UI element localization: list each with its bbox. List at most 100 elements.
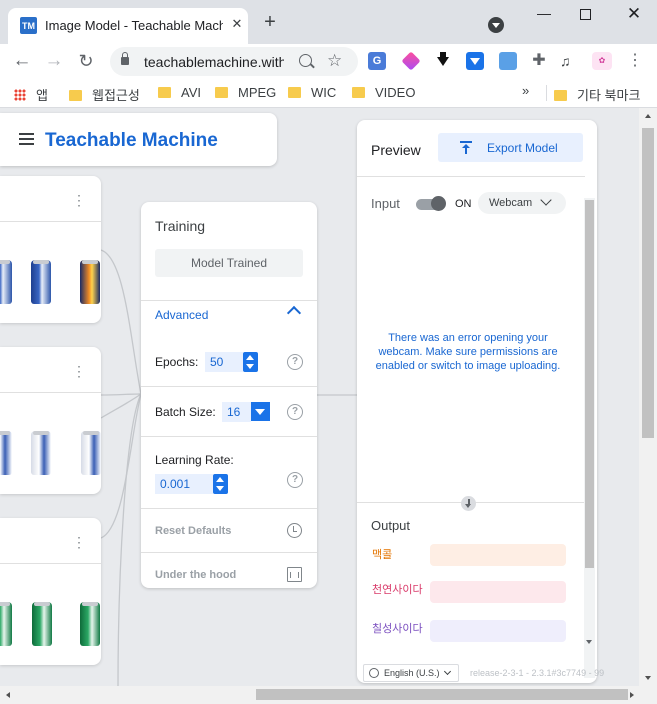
bookmark-folder[interactable]: AVI	[158, 85, 201, 101]
new-tab-icon[interactable]: +	[260, 12, 280, 33]
batch-size-select[interactable]: 16	[222, 402, 251, 422]
divider	[141, 436, 317, 437]
lock-icon[interactable]	[121, 52, 129, 65]
scroll-right-icon[interactable]	[630, 692, 634, 698]
preview-title: Preview	[371, 142, 421, 158]
bookmark-folder[interactable]: 웹접근성	[69, 85, 140, 103]
extensions-puzzle-icon[interactable]: ✚	[530, 52, 548, 70]
confidence-bar	[430, 620, 566, 642]
chevron-up-icon[interactable]	[286, 305, 302, 321]
sample-image[interactable]	[0, 602, 12, 646]
page-vertical-scroll-thumb[interactable]	[642, 128, 654, 438]
sample-image[interactable]	[0, 260, 12, 304]
scroll-down-icon[interactable]	[586, 640, 592, 644]
reload-icon[interactable]: ↻	[75, 50, 97, 72]
export-model-label: Export Model	[487, 141, 558, 155]
sample-image[interactable]	[32, 602, 52, 646]
chevron-down-icon	[443, 667, 452, 676]
connector-line	[100, 249, 142, 395]
divider	[357, 176, 585, 177]
divider	[0, 563, 101, 564]
learning-rate-label: Learning Rate:	[155, 453, 234, 467]
sample-image[interactable]	[31, 260, 51, 304]
photo-extension-icon[interactable]	[499, 52, 517, 70]
hamburger-menu-icon[interactable]	[19, 133, 34, 145]
reset-defaults-button[interactable]: Reset Defaults	[155, 525, 231, 537]
sample-image[interactable]	[80, 602, 100, 646]
epochs-input[interactable]: 50	[205, 352, 243, 372]
minimize-icon[interactable]: —	[534, 5, 554, 25]
connector-line	[117, 393, 142, 686]
divider	[141, 552, 317, 553]
history-icon[interactable]	[287, 523, 302, 538]
train-model-button[interactable]: Model Trained	[155, 249, 303, 277]
more-options-icon[interactable]: ⋮	[72, 363, 86, 379]
connector-line	[100, 393, 142, 396]
arrow-down-icon[interactable]	[461, 496, 476, 511]
help-icon[interactable]: ?	[287, 404, 303, 420]
toggle-state-label: ON	[455, 198, 472, 210]
epochs-stepper[interactable]	[243, 352, 258, 372]
browser-toolbar: ← → ↻ teachablemachine.withgoogle.com ☆ …	[0, 44, 657, 118]
folder-icon	[158, 87, 171, 98]
export-model-button[interactable]: Export Model	[438, 133, 583, 162]
chart-icon[interactable]	[287, 567, 302, 582]
bookmark-other[interactable]: 기타 북마크	[554, 85, 640, 103]
url-text[interactable]: teachablemachine.withgoogle.com	[144, 54, 284, 70]
star-icon[interactable]: ☆	[327, 51, 342, 71]
bookmark-folder[interactable]: WIC	[288, 85, 336, 101]
output-class-name: 맥콜	[372, 549, 393, 561]
under-the-hood-button[interactable]: Under the hood	[155, 569, 236, 581]
bookmarks-bar: 앱 웹접근성 AVI MPEG WIC VIDEO » 기타 북마크	[0, 78, 657, 108]
input-source-select[interactable]: Webcam	[478, 192, 566, 214]
sample-image[interactable]	[80, 260, 100, 304]
maximize-icon[interactable]	[580, 9, 591, 20]
close-icon[interactable]: ✕	[229, 16, 245, 32]
sample-image[interactable]	[81, 431, 101, 475]
window-close-icon[interactable]: ✕	[624, 4, 644, 24]
media-control-icon[interactable]: ♫	[560, 52, 578, 70]
learning-rate-stepper[interactable]	[213, 474, 228, 494]
app-title[interactable]: Teachable Machine	[45, 130, 218, 152]
scroll-down-icon[interactable]	[645, 676, 651, 680]
translate-extension-icon[interactable]: G	[368, 52, 386, 70]
color-picker-extension-icon[interactable]	[401, 51, 421, 71]
bookmarks-overflow-icon[interactable]: »	[522, 83, 529, 98]
webcam-error-message: There was an error opening your webcam. …	[375, 332, 561, 372]
help-icon[interactable]: ?	[287, 354, 303, 370]
profile-avatar[interactable]: ✿	[592, 52, 612, 70]
help-icon[interactable]: ?	[287, 472, 303, 488]
confidence-bar	[430, 581, 566, 603]
scroll-left-icon[interactable]	[6, 692, 10, 698]
bookmark-folder[interactable]: VIDEO	[352, 85, 415, 101]
divider	[0, 221, 101, 222]
chevron-down-icon[interactable]	[251, 402, 270, 421]
zoom-icon[interactable]	[299, 54, 312, 67]
browser-tab[interactable]: TM Image Model - Teachable Machine ✕	[8, 8, 248, 44]
preview-scrollbar-thumb[interactable]	[585, 200, 594, 568]
advanced-toggle[interactable]: Advanced	[155, 308, 208, 322]
forward-arrow-icon[interactable]: →	[43, 50, 65, 72]
more-options-icon[interactable]: ⋮	[72, 192, 86, 208]
scroll-up-icon[interactable]	[645, 114, 651, 118]
sample-image[interactable]	[31, 431, 51, 475]
sample-image[interactable]	[0, 431, 12, 475]
address-bar[interactable]: teachablemachine.withgoogle.com ☆	[110, 47, 358, 76]
bookmark-folder[interactable]: MPEG	[215, 85, 276, 101]
download-arrow-extension-icon[interactable]	[434, 52, 452, 70]
page-horizontal-scroll-thumb[interactable]	[256, 689, 628, 700]
language-select[interactable]: English (U.S.)	[363, 664, 459, 682]
back-arrow-icon[interactable]: ←	[11, 50, 33, 72]
download-manager-extension-icon[interactable]	[466, 52, 484, 70]
bookmark-apps[interactable]: 앱	[14, 85, 48, 103]
divider	[141, 508, 317, 509]
learning-rate-input[interactable]: 0.001	[155, 474, 213, 494]
training-panel: Training Model Trained Advanced Epochs: …	[141, 202, 317, 588]
more-options-icon[interactable]: ⋮	[72, 534, 86, 550]
batch-size-label: Batch Size:	[155, 405, 216, 419]
app-header: Teachable Machine	[0, 113, 277, 166]
more-menu-icon[interactable]: ⋮	[627, 50, 643, 72]
toggle-knob[interactable]	[431, 196, 446, 211]
folder-icon	[69, 90, 82, 101]
tab-search-icon[interactable]	[488, 17, 504, 33]
